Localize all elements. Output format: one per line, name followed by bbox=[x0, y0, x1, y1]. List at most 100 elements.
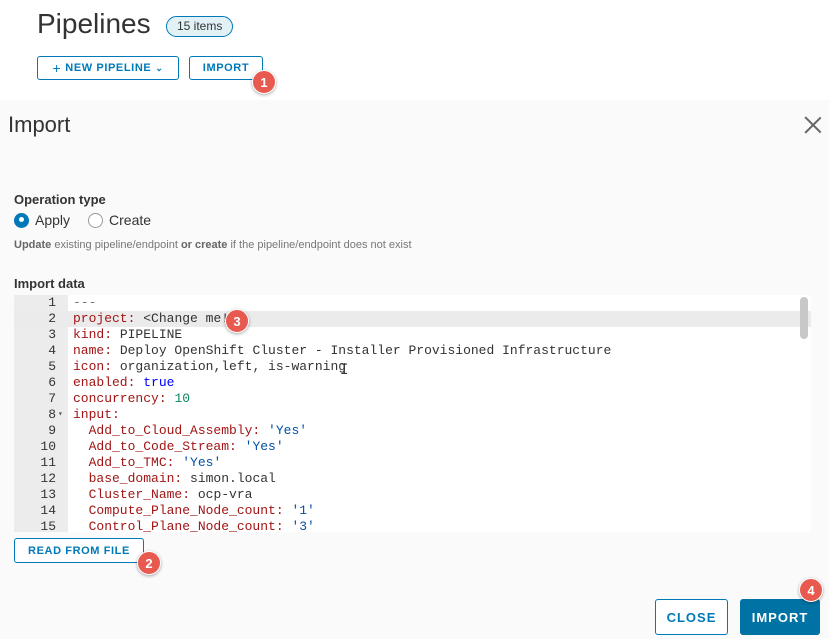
close-button-label: CLOSE bbox=[666, 609, 717, 625]
helper-part2: existing pipeline/endpoint bbox=[51, 239, 181, 251]
yaml-value: ocp-vra bbox=[197, 487, 253, 502]
callout-2: 2 bbox=[137, 551, 161, 575]
yaml-key: --- bbox=[73, 295, 97, 310]
editor-line[interactable]: 8 ▾ input: bbox=[14, 407, 811, 423]
yaml-key: Compute_Plane_Node_count: bbox=[73, 503, 284, 518]
callout-4: 4 bbox=[799, 578, 823, 602]
editor-line[interactable]: 5 icon: organization,left, is-warning bbox=[14, 359, 811, 375]
line-number: 1 bbox=[48, 295, 56, 310]
fold-caret-icon[interactable]: ▾ bbox=[58, 407, 63, 423]
code-text: base_domain: simon.local bbox=[73, 471, 276, 487]
yaml-value: 10 bbox=[174, 391, 191, 406]
line-number: 14 bbox=[40, 503, 56, 518]
yaml-value: '1' bbox=[291, 503, 315, 518]
editor-line[interactable]: 15 Control_Plane_Node_count: '3' bbox=[14, 519, 811, 532]
line-number: 9 bbox=[48, 423, 56, 438]
editor-line[interactable]: 13 Cluster_Name: ocp-vra bbox=[14, 487, 811, 503]
yaml-value: 'Yes' bbox=[182, 455, 222, 470]
radio-create-label[interactable]: Create bbox=[109, 212, 151, 228]
code-text: Add_to_Cloud_Assembly: 'Yes' bbox=[73, 423, 307, 439]
line-number: 2 bbox=[48, 311, 56, 326]
chevron-down-icon: ⌄ bbox=[155, 62, 164, 73]
yaml-value: 'Yes' bbox=[268, 423, 308, 438]
editor-line[interactable]: 2 project: <Change me!> bbox=[14, 311, 811, 327]
yaml-value: 'Yes' bbox=[244, 439, 284, 454]
yaml-value: simon.local bbox=[190, 471, 276, 486]
plus-icon: + bbox=[52, 60, 62, 76]
editor-line[interactable]: 4 name: Deploy OpenShift Cluster - Instal… bbox=[14, 343, 811, 359]
yaml-key: Add_to_Code_Stream: bbox=[73, 439, 237, 454]
yaml-key: icon: bbox=[73, 359, 113, 374]
code-text: Add_to_TMC: 'Yes' bbox=[73, 455, 222, 471]
line-number: 13 bbox=[40, 487, 56, 502]
editor-line[interactable]: 6 enabled: true bbox=[14, 375, 811, 391]
code-text: Cluster_Name: ocp-vra bbox=[73, 487, 253, 503]
callout-1: 1 bbox=[252, 70, 276, 94]
text-cursor-icon: I bbox=[340, 362, 349, 378]
new-pipeline-button[interactable]: + NEW PIPELINE ⌄ bbox=[37, 56, 179, 80]
line-number: 11 bbox=[40, 455, 56, 470]
read-from-file-label: READ FROM FILE bbox=[28, 544, 130, 557]
yaml-value: <Change me!> bbox=[143, 311, 237, 326]
line-number: 5 bbox=[48, 359, 56, 374]
yaml-key: enabled: bbox=[73, 375, 136, 390]
code-text: enabled: true bbox=[73, 375, 174, 391]
line-number: 3 bbox=[48, 327, 56, 342]
radio-apply-label[interactable]: Apply bbox=[35, 212, 70, 228]
line-number: 7 bbox=[48, 391, 56, 406]
yaml-key: kind: bbox=[73, 327, 113, 342]
line-number: 8 bbox=[48, 407, 56, 422]
yaml-value: true bbox=[143, 375, 175, 390]
yaml-key: Control_Plane_Node_count: bbox=[73, 519, 284, 532]
helper-part3: or create bbox=[180, 239, 228, 251]
import-button-label: IMPORT bbox=[751, 609, 809, 625]
yaml-sep bbox=[190, 487, 198, 502]
editor-line[interactable]: 3 kind: PIPELINE bbox=[14, 327, 811, 343]
page-title: Pipelines bbox=[37, 8, 151, 39]
editor-line[interactable]: 1 --- bbox=[14, 295, 811, 311]
yaml-key: concurrency: bbox=[73, 391, 167, 406]
yaml-value: PIPELINE bbox=[119, 327, 183, 342]
yaml-value: organization,left, is-warning bbox=[119, 359, 347, 374]
code-text: input: bbox=[73, 407, 120, 423]
code-text: Add_to_Code_Stream: 'Yes' bbox=[73, 439, 284, 455]
yaml-sep bbox=[182, 471, 190, 486]
import-button[interactable]: IMPORT bbox=[740, 599, 820, 635]
code-text: Compute_Plane_Node_count: '1' bbox=[73, 503, 315, 519]
callout-3: 3 bbox=[225, 309, 249, 333]
modal-title: Import bbox=[8, 112, 71, 137]
code-text: name: Deploy OpenShift Cluster - Install… bbox=[73, 343, 611, 359]
radio-create[interactable] bbox=[88, 212, 104, 228]
editor-scrollbar[interactable] bbox=[800, 297, 808, 339]
editor-line[interactable]: 7 concurrency: 10 bbox=[14, 391, 811, 407]
operation-helper-text: Update existing pipeline/endpoint or cre… bbox=[14, 239, 412, 251]
yaml-sep bbox=[260, 423, 268, 438]
editor-line[interactable]: 14 Compute_Plane_Node_count: '1' bbox=[14, 503, 811, 519]
code-text: concurrency: 10 bbox=[73, 391, 190, 407]
editor-line[interactable]: 11 Add_to_TMC: 'Yes' bbox=[14, 455, 811, 471]
radio-apply[interactable] bbox=[14, 212, 29, 228]
editor-line[interactable]: 12 base_domain: simon.local bbox=[14, 471, 811, 487]
line-number: 6 bbox=[48, 375, 56, 390]
operation-type-group: Apply Create bbox=[14, 212, 163, 228]
editor-line[interactable]: 10 Add_to_Code_Stream: 'Yes' bbox=[14, 439, 811, 455]
code-editor[interactable]: 1 --- 2 project: <Change me!> 3 kind: PIPELIN… bbox=[14, 295, 811, 532]
yaml-key: project: bbox=[73, 311, 136, 326]
import-data-label: Import data bbox=[14, 276, 85, 291]
yaml-value: '3' bbox=[291, 519, 315, 532]
close-button[interactable]: CLOSE bbox=[655, 599, 728, 635]
code-text: kind: PIPELINE bbox=[73, 327, 182, 343]
close-icon[interactable] bbox=[804, 116, 822, 134]
editor-line[interactable]: 9 Add_to_Cloud_Assembly: 'Yes' bbox=[14, 423, 811, 439]
yaml-key: input: bbox=[73, 407, 120, 422]
import-label: IMPORT bbox=[202, 62, 250, 74]
code-text: icon: organization,left, is-warning bbox=[73, 359, 346, 375]
yaml-key: name: bbox=[73, 343, 113, 358]
count-badge: 15 items bbox=[166, 16, 234, 37]
yaml-value: Deploy OpenShift Cluster - Installer Pro… bbox=[119, 343, 612, 358]
import-button-top[interactable]: IMPORT bbox=[189, 56, 263, 80]
line-number: 15 bbox=[40, 519, 56, 532]
read-from-file-button[interactable]: READ FROM FILE bbox=[14, 538, 144, 563]
yaml-sep bbox=[237, 439, 245, 454]
new-pipeline-label: NEW PIPELINE bbox=[65, 62, 152, 74]
